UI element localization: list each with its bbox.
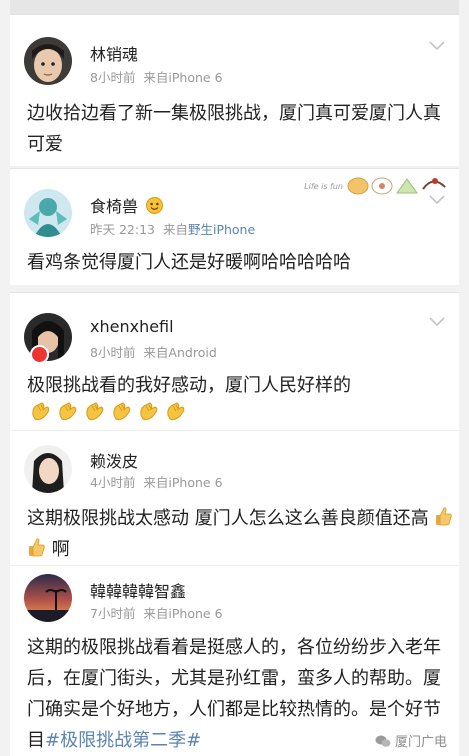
weibo-post-card[interactable]: xhenxhefil 8小时前 来自Android 极限挑战看的我好感动，厦门人… xyxy=(10,292,459,431)
post-time: 4小时前 xyxy=(90,475,136,490)
post-source[interactable]: iPhone 6 xyxy=(168,70,222,85)
post-meta: 4小时前 来自iPhone 6 xyxy=(90,472,223,491)
chevron-down-icon[interactable] xyxy=(429,41,445,51)
post-source-prefix: 来自 xyxy=(143,475,169,490)
weibo-post-card[interactable]: Life is fun 食椅兽 昨天 22:13 来自野生iPhone 看鸡条觉… xyxy=(10,168,459,285)
clapping-hands-icon xyxy=(138,401,162,421)
post-text: 看鸡条觉得厦门人还是好暖啊哈哈哈哈哈 xyxy=(27,252,351,273)
clap-emoji-row xyxy=(30,401,189,421)
hashtag-link[interactable]: #极限挑战第二季# xyxy=(45,730,201,751)
avatar[interactable] xyxy=(24,189,72,237)
watermark-text: 厦门广电 xyxy=(394,735,447,750)
post-source-prefix: 来自 xyxy=(143,70,169,85)
post-text-tail: 啊 xyxy=(51,539,70,560)
post-meta: 7小时前 来自iPhone 6 xyxy=(90,603,223,622)
post-source[interactable]: 野生iPhone xyxy=(188,222,255,237)
post-source[interactable]: iPhone 6 xyxy=(168,606,222,621)
emoji-face-icon xyxy=(146,197,164,214)
post-username[interactable]: 林销魂 xyxy=(90,41,138,65)
clapping-hands-icon xyxy=(84,401,108,421)
clapping-hands-icon xyxy=(57,401,81,421)
post-username[interactable]: xhenxhefil xyxy=(90,317,174,336)
vip-badge xyxy=(30,345,49,364)
chevron-down-icon[interactable] xyxy=(429,317,445,327)
avatar[interactable] xyxy=(24,37,72,85)
post-time: 8小时前 xyxy=(90,70,136,85)
post-text: 这期极限挑战太感动 厦门人怎么这么善良颜值还高 啊 xyxy=(27,503,457,565)
watermark: 厦门广电 xyxy=(375,731,447,750)
post-time: 昨天 22:13 xyxy=(90,222,155,237)
post-source-prefix: 来自 xyxy=(143,345,169,360)
food-decoration-icon xyxy=(347,177,446,195)
weibo-post-card[interactable]: 韓韓韓韓智鑫 7小时前 来自iPhone 6 这期的极限挑战看着是挺感人的，各位… xyxy=(10,565,459,756)
post-meta: 8小时前 来自iPhone 6 xyxy=(90,67,223,86)
top-strip xyxy=(10,0,459,14)
post-source[interactable]: Android xyxy=(168,345,216,360)
weibo-post-card[interactable]: 赖泼皮 4小时前 来自iPhone 6 这期极限挑战太感动 厦门人怎么这么善良颜… xyxy=(10,430,459,566)
decoration-text: Life is fun xyxy=(304,181,343,191)
thumbs-up-icon xyxy=(434,505,453,527)
post-source[interactable]: iPhone 6 xyxy=(168,475,222,490)
post-username-text[interactable]: 食椅兽 xyxy=(90,197,138,216)
decoration-banner: Life is fun xyxy=(304,175,447,197)
post-text: 极限挑战看的我好感动，厦门人民好样的 xyxy=(27,375,351,396)
post-username[interactable]: 韓韓韓韓智鑫 xyxy=(90,578,186,602)
post-username[interactable]: 食椅兽 xyxy=(90,193,164,217)
post-meta: 8小时前 来自Android xyxy=(90,342,217,361)
weibo-post-card[interactable]: 林销魂 8小时前 来自iPhone 6 边收拾边看了新一集极限挑战，厦门真可爱厦… xyxy=(10,14,459,166)
wechat-icon xyxy=(375,735,391,747)
avatar[interactable] xyxy=(24,574,72,622)
post-time: 8小时前 xyxy=(90,345,136,360)
post-meta: 昨天 22:13 来自野生iPhone xyxy=(90,219,255,238)
thumbs-up-icon xyxy=(27,536,46,558)
clapping-hands-icon xyxy=(30,401,54,421)
post-source-prefix: 来自 xyxy=(162,222,188,237)
post-text-main: 这期极限挑战太感动 厦门人怎么这么善良颜值还高 xyxy=(27,508,429,529)
post-username[interactable]: 赖泼皮 xyxy=(90,448,138,472)
chevron-down-icon[interactable] xyxy=(429,195,445,205)
clapping-hands-icon xyxy=(165,401,189,421)
post-source-prefix: 来自 xyxy=(143,606,169,621)
post-time: 7小时前 xyxy=(90,606,136,621)
clapping-hands-icon xyxy=(111,401,135,421)
post-text: 边收拾边看了新一集极限挑战，厦门真可爱厦门人真可爱 xyxy=(27,103,441,155)
avatar[interactable] xyxy=(24,445,72,493)
